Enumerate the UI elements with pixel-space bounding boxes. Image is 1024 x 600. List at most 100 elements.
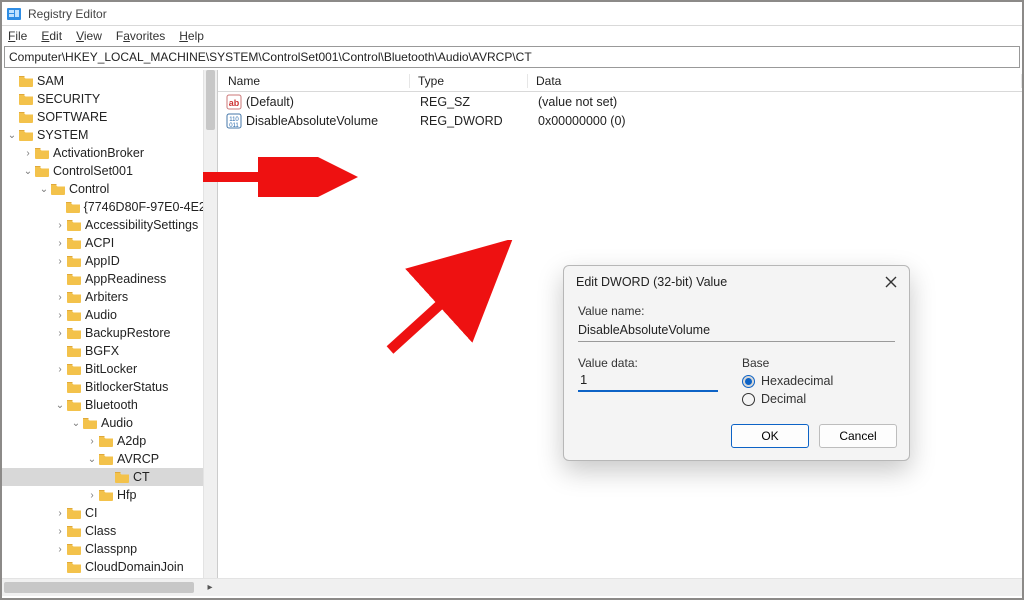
tree-node[interactable]: ›AccessibilitySettings [2, 216, 217, 234]
radio-hex-label: Hexadecimal [761, 374, 833, 388]
annotation-arrow-icon [380, 240, 520, 360]
menu-edit[interactable]: Edit [41, 29, 62, 43]
radio-decimal[interactable]: Decimal [742, 392, 895, 406]
tree-node[interactable]: ›Hfp [2, 486, 217, 504]
tree-label: BGFX [85, 344, 119, 358]
address-bar[interactable]: Computer\HKEY_LOCAL_MACHINE\SYSTEM\Contr… [4, 46, 1020, 68]
chevron-down-icon[interactable]: ⌄ [6, 130, 18, 141]
hscroll-thumb[interactable] [4, 582, 194, 593]
chevron-right-icon[interactable]: › [22, 148, 34, 159]
tree-node[interactable]: ⌄SYSTEM [2, 126, 217, 144]
tree-node[interactable]: › ActivationBroker [2, 144, 217, 162]
tree-node[interactable]: {7746D80F-97E0-4E26- [2, 198, 217, 216]
folder-icon [98, 434, 114, 448]
folder-icon [82, 416, 98, 430]
menu-view[interactable]: View [76, 29, 102, 43]
tree-label: Arbiters [85, 290, 128, 304]
folder-icon [66, 506, 82, 520]
tree-node[interactable]: SAM [2, 72, 217, 90]
tree-node[interactable]: › CI [2, 504, 217, 522]
folder-icon [66, 308, 82, 322]
tree-node[interactable]: SECURITY [2, 90, 217, 108]
registry-tree[interactable]: SAM SECURITY SOFTWARE ⌄SYSTEM › ActivationBro… [2, 70, 217, 576]
horizontal-scrollbar[interactable]: ▸ [2, 578, 1022, 596]
tree-label: ActivationBroker [53, 146, 144, 160]
hscroll-right-icon[interactable]: ▸ [202, 579, 218, 596]
chevron-right-icon[interactable]: › [86, 436, 98, 447]
cancel-button[interactable]: Cancel [819, 424, 897, 448]
value-data-input[interactable] [578, 370, 718, 392]
folder-icon [114, 470, 130, 484]
tree-label: Audio [85, 308, 117, 322]
tree-node[interactable]: CT [2, 468, 217, 486]
title-bar: Registry Editor [2, 2, 1022, 26]
workspace: SAM SECURITY SOFTWARE ⌄SYSTEM › ActivationBro… [2, 70, 1022, 578]
tree-label: SOFTWARE [37, 110, 107, 124]
tree-node[interactable]: SOFTWARE [2, 108, 217, 126]
tree-node[interactable]: › Audio [2, 306, 217, 324]
tree-label: Audio [101, 416, 133, 430]
chevron-down-icon[interactable]: ⌄ [70, 418, 82, 429]
tree-node[interactable]: ⌄ Bluetooth [2, 396, 217, 414]
chevron-down-icon[interactable]: ⌄ [54, 400, 66, 411]
tree-node[interactable]: ›Classpnp [2, 540, 217, 558]
menu-help[interactable]: Help [179, 29, 204, 43]
tree-scrollbar-thumb[interactable] [206, 70, 215, 130]
tree-node[interactable]: ›A2dp [2, 432, 217, 450]
tree-label: CT [133, 470, 150, 484]
tree-label: Class [85, 524, 116, 538]
chevron-down-icon[interactable]: ⌄ [38, 184, 50, 195]
close-icon[interactable] [883, 274, 899, 290]
radio-hexadecimal[interactable]: Hexadecimal [742, 374, 895, 388]
menu-file[interactable]: File [8, 29, 27, 43]
chevron-right-icon[interactable]: › [54, 256, 66, 267]
tree-node[interactable]: ›BackupRestore [2, 324, 217, 342]
chevron-down-icon[interactable]: ⌄ [86, 454, 98, 465]
tree-node[interactable]: ⌄ Audio [2, 414, 217, 432]
tree-node[interactable]: CloudDomainJoin [2, 558, 217, 576]
tree-label: SECURITY [37, 92, 100, 106]
folder-icon [18, 74, 34, 88]
ok-button[interactable]: OK [731, 424, 809, 448]
dialog-title: Edit DWORD (32-bit) Value [576, 275, 727, 289]
tree-node[interactable]: ›BitLocker [2, 360, 217, 378]
annotation-arrow-icon [198, 157, 358, 197]
chevron-right-icon[interactable]: › [86, 490, 98, 501]
edit-dword-dialog: Edit DWORD (32-bit) Value Value name: Di… [563, 265, 910, 461]
folder-icon [18, 128, 34, 142]
tree-node[interactable]: ›ACPI [2, 234, 217, 252]
tree-label: Bluetooth [85, 398, 138, 412]
chevron-down-icon[interactable]: ⌄ [22, 166, 34, 177]
chevron-right-icon[interactable]: › [54, 364, 66, 375]
chevron-right-icon[interactable]: › [54, 292, 66, 303]
folder-icon [66, 344, 82, 358]
chevron-right-icon[interactable]: › [54, 328, 66, 339]
chevron-right-icon[interactable]: › [54, 544, 66, 555]
value-data-label: Value data: [578, 356, 718, 370]
tree-node[interactable]: ⌄AVRCP [2, 450, 217, 468]
tree-node[interactable]: › Arbiters [2, 288, 217, 306]
folder-icon [66, 560, 82, 574]
tree-node[interactable]: AppReadiness [2, 270, 217, 288]
chevron-right-icon[interactable]: › [54, 310, 66, 321]
tree-node[interactable]: BGFX [2, 342, 217, 360]
chevron-right-icon[interactable]: › [54, 238, 66, 249]
folder-icon [66, 362, 82, 376]
tree-node[interactable]: ⌄ ControlSet001 [2, 162, 217, 180]
tree-node[interactable]: ›AppID [2, 252, 217, 270]
chevron-right-icon[interactable]: › [54, 220, 66, 231]
tree-node[interactable]: BitlockerStatus [2, 378, 217, 396]
tree-label: Control [69, 182, 109, 196]
tree-scrollbar[interactable] [203, 70, 217, 578]
chevron-right-icon[interactable]: › [54, 526, 66, 537]
folder-icon [66, 326, 82, 340]
values-panel: Name Type Data ab(Default)REG_SZ(value n… [218, 70, 1022, 578]
chevron-right-icon[interactable]: › [54, 508, 66, 519]
menu-favorites[interactable]: Favorites [116, 29, 165, 43]
tree-label: CI [85, 506, 98, 520]
tree-node[interactable]: › Class [2, 522, 217, 540]
window-title: Registry Editor [28, 7, 107, 21]
tree-node[interactable]: ⌄ Control [2, 180, 217, 198]
tree-label: ControlSet001 [53, 164, 133, 178]
tree-label: CloudDomainJoin [85, 560, 184, 574]
